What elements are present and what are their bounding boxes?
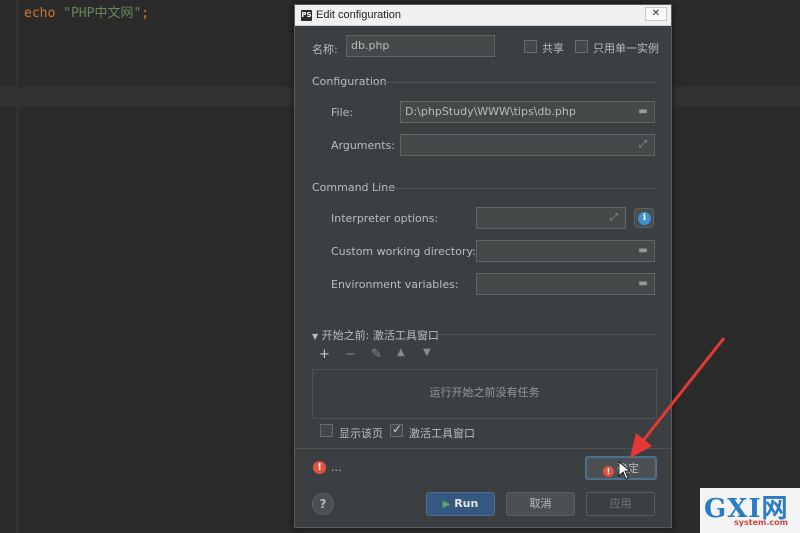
- warning-icon: !: [603, 466, 614, 477]
- warning-icon[interactable]: !: [313, 461, 326, 474]
- activate-tool-window-label: 激活工具窗口: [409, 427, 475, 440]
- move-up-icon[interactable]: ▲: [397, 347, 405, 358]
- remove-icon[interactable]: −: [345, 347, 356, 362]
- interpreter-options-input[interactable]: ⤢: [476, 207, 626, 229]
- run-button-label: Run: [454, 497, 479, 510]
- code-string: "PHP中文网": [63, 6, 142, 21]
- dialog-title: Edit configuration: [316, 9, 401, 21]
- folder-icon[interactable]: ▬: [636, 277, 650, 291]
- ok-button-label: 确定: [617, 462, 639, 475]
- watermark-site: system.com: [734, 518, 788, 527]
- expand-icon[interactable]: ⤢: [607, 211, 621, 225]
- warning-text: ...: [331, 461, 342, 474]
- interpreter-options-label: Interpreter options:: [331, 212, 439, 225]
- dialog-titlebar[interactable]: PS Edit configuration ✕: [295, 5, 671, 26]
- single-instance-label: 只用单一实例: [593, 42, 659, 55]
- ok-button[interactable]: ! 确定: [585, 456, 657, 480]
- section-divider: [387, 188, 657, 189]
- footer-divider: [295, 448, 671, 449]
- single-instance-checkbox[interactable]: [575, 40, 588, 53]
- share-label: 共享: [542, 42, 564, 55]
- file-label: File:: [331, 106, 354, 119]
- empty-task-list-text: 运行开始之前没有任务: [429, 386, 540, 399]
- code-keyword: echo: [24, 6, 56, 21]
- show-page-checkbox[interactable]: [320, 424, 333, 437]
- arguments-label: Arguments:: [331, 139, 396, 152]
- cancel-button[interactable]: 取消: [506, 492, 575, 516]
- expand-icon[interactable]: ⤢: [636, 138, 650, 152]
- help-icon[interactable]: ?: [312, 493, 334, 515]
- section-divider: [383, 82, 657, 83]
- show-page-label: 显示该页: [339, 427, 383, 440]
- section-divider: [435, 334, 657, 335]
- add-icon[interactable]: +: [319, 347, 330, 362]
- environment-variables-input[interactable]: ▬: [476, 273, 655, 295]
- before-launch-title: 开始之前: 激活工具窗口: [321, 329, 439, 342]
- apply-button[interactable]: 应用: [586, 492, 655, 516]
- share-checkbox[interactable]: [524, 40, 537, 53]
- run-button[interactable]: ▶ Run: [426, 492, 495, 516]
- file-input[interactable]: D:\phpStudy\WWW\tips\db.php ▬: [400, 101, 655, 123]
- environment-variables-label: Environment variables:: [331, 278, 459, 291]
- name-label: 名称:: [312, 43, 338, 56]
- code-line: echo "PHP中文网";: [24, 2, 149, 21]
- interpreter-info-button[interactable]: i: [634, 208, 654, 228]
- arguments-input[interactable]: ⤢: [400, 134, 655, 156]
- command-line-section-title: Command Line: [312, 181, 395, 194]
- site-watermark: GXI网 system.com: [700, 488, 800, 533]
- close-icon[interactable]: ✕: [645, 7, 667, 21]
- folder-icon[interactable]: ▬: [636, 105, 650, 119]
- gutter-divider: [17, 0, 18, 533]
- working-directory-input[interactable]: ▬: [476, 240, 655, 262]
- name-input[interactable]: db.php: [346, 35, 495, 57]
- file-input-value: D:\phpStudy\WWW\tips\db.php: [405, 105, 576, 118]
- edit-icon[interactable]: ✎: [371, 347, 382, 362]
- activate-tool-window-checkbox[interactable]: [390, 422, 403, 437]
- edit-configuration-dialog: PS Edit configuration ✕ 名称: db.php 共享 只用…: [294, 4, 672, 528]
- before-launch-task-list[interactable]: 运行开始之前没有任务: [312, 369, 657, 419]
- folder-icon[interactable]: ▬: [636, 244, 650, 258]
- working-directory-label: Custom working directory:: [331, 245, 476, 258]
- run-icon: ▶: [442, 499, 451, 510]
- info-icon: i: [638, 212, 651, 225]
- phpstorm-app-icon: PS: [301, 10, 312, 21]
- code-semicolon: ;: [141, 6, 150, 21]
- collapse-triangle-icon: ▼: [312, 332, 319, 341]
- configuration-section-title: Configuration: [312, 75, 387, 88]
- move-down-icon[interactable]: ▼: [423, 347, 431, 358]
- before-launch-toggle[interactable]: ▼ 开始之前: 激活工具窗口: [312, 327, 439, 343]
